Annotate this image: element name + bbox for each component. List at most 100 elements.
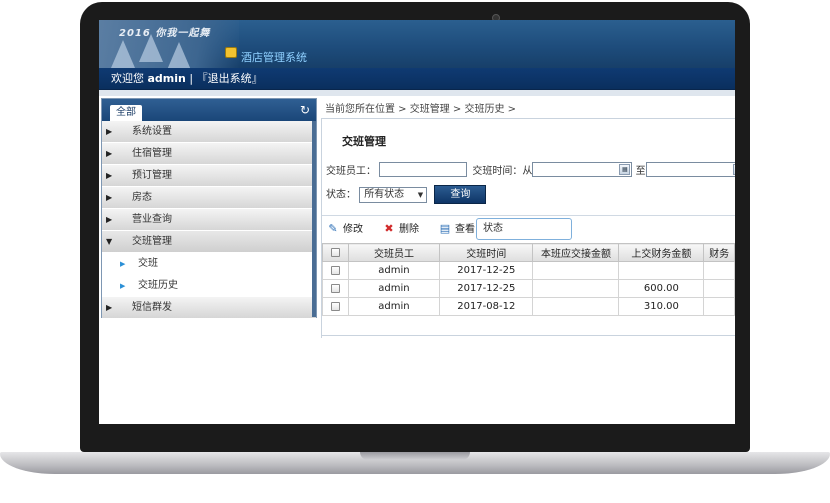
sidebar-item-room-status[interactable]: ▶ 房态 <box>102 187 316 209</box>
header-slogan: 2016 你我一起舞 <box>119 28 211 39</box>
start-date-input[interactable]: ▦ <box>532 162 633 177</box>
extra-cell <box>703 261 735 280</box>
row-select-cell <box>322 261 349 280</box>
sidebar-item-shift-management[interactable]: ▼ 交班管理 <box>102 231 316 253</box>
select-all-checkbox[interactable] <box>330 247 340 257</box>
edit-button-label: 修改 <box>343 224 363 235</box>
extra-cell <box>703 279 735 298</box>
system-title: 酒店管理系统 <box>241 51 307 64</box>
sidebar-subitem-shift[interactable]: ▶ 交班 <box>102 253 316 275</box>
sidebar-item-system-settings[interactable]: ▶ 系统设置 <box>102 121 316 143</box>
column-header[interactable]: 财务 <box>703 243 735 262</box>
refresh-icon[interactable]: ↻ <box>300 103 310 117</box>
status-select-value: 所有状态 <box>364 188 405 200</box>
table-row[interactable]: admin 2017-12-25 600.00 <box>322 279 735 298</box>
status-select[interactable]: 所有状态 ▼ <box>359 186 428 203</box>
sub-arrow-icon: ▶ <box>120 282 126 290</box>
time-label: 交班时间：从 <box>472 166 533 177</box>
column-header[interactable]: 交班员工 <box>347 243 441 262</box>
row-checkbox[interactable] <box>330 265 340 275</box>
sidebar-item-accommodation[interactable]: ▶ 住宿管理 <box>102 143 316 165</box>
expand-arrow-icon: ▶ <box>106 215 113 224</box>
column-header[interactable]: 交班时间 <box>439 243 534 262</box>
breadcrumb: 当前您所在位置 > 交班管理 > 交班历史 > <box>325 104 517 115</box>
select-all-cell <box>322 243 349 262</box>
sidebar-item-label: 交班管理 <box>132 236 172 247</box>
sidebar-subitem-shift-history[interactable]: ▶ 交班历史 <box>102 275 316 297</box>
sub-arrow-icon: ▶ <box>120 260 126 268</box>
table-row[interactable]: admin 2017-08-12 310.00 <box>322 297 735 316</box>
userbar-separator: | <box>189 72 197 85</box>
table-toolbar: ✎ 修改 ✖ 删除 ▤ 查看 状态 <box>322 215 735 243</box>
filter-row-2: 状态： 所有状态 ▼ 查询 <box>326 185 487 205</box>
handover-amount-cell <box>532 297 620 316</box>
view-button[interactable]: ▤ 查看 <box>438 222 475 238</box>
finance-amount-cell: 600.00 <box>618 279 705 298</box>
sidebar-item-label: 房态 <box>132 192 152 203</box>
app-screen: 2016 你我一起舞 酒店管理系统 欢迎您 admin | 『退出系统』 全部 … <box>99 20 735 424</box>
time-cell: 2017-12-25 <box>439 279 534 298</box>
collapse-arrow-icon: ▼ <box>106 237 113 246</box>
logout-link[interactable]: 『退出系统』 <box>197 72 263 85</box>
sidebar-item-label: 住宿管理 <box>132 148 172 159</box>
expand-arrow-icon: ▶ <box>106 127 113 136</box>
sidebar-header: 全部 ↻ <box>102 99 316 121</box>
expand-arrow-icon: ▶ <box>106 303 113 312</box>
sidebar-item-label: 短信群发 <box>132 302 172 313</box>
time-cell: 2017-08-12 <box>439 297 534 316</box>
edit-button[interactable]: ✎ 修改 <box>326 222 363 238</box>
sidebar-menu: 全部 ↻ ▶ 系统设置 ▶ 住宿管理 ▶ 预订管理 ▶ 房态 ▶ 营业查询 ▼ 交班管理 ▶… <box>101 98 317 319</box>
handover-amount-cell <box>532 261 620 280</box>
sidebar-item-business-query[interactable]: ▶ 营业查询 <box>102 209 316 231</box>
extra-cell <box>703 297 735 316</box>
employee-label: 交班员工： <box>326 166 376 177</box>
finance-amount-cell: 310.00 <box>618 297 705 316</box>
handover-amount-cell <box>532 279 620 298</box>
panel-bottom-border <box>322 335 735 336</box>
row-checkbox[interactable] <box>330 301 340 311</box>
finance-amount-cell <box>618 261 705 280</box>
to-label: 至 <box>635 166 646 177</box>
sidebar-item-sms-broadcast[interactable]: ▶ 短信群发 <box>102 297 316 319</box>
status-label: 状态： <box>326 189 356 201</box>
view-icon: ▤ <box>439 222 451 235</box>
sidebar-item-label: 系统设置 <box>132 126 172 137</box>
sidebar-item-booking[interactable]: ▶ 预订管理 <box>102 165 316 187</box>
query-button[interactable]: 查询 <box>434 185 487 204</box>
panel-title: 交班管理 <box>342 135 386 148</box>
expand-arrow-icon: ▶ <box>106 171 113 180</box>
system-logo-icon <box>225 47 237 58</box>
expand-arrow-icon: ▶ <box>106 149 113 158</box>
header-divider <box>99 90 735 96</box>
table-header-row: 交班员工 交班时间 本班应交接金额 上交财务金额 财务 <box>322 243 735 262</box>
delete-button[interactable]: ✖ 删除 <box>382 222 419 238</box>
delete-icon: ✖ <box>384 222 394 235</box>
employee-cell: admin <box>347 279 441 298</box>
employee-input[interactable] <box>379 162 468 177</box>
sidebar-item-label: 预订管理 <box>132 170 172 181</box>
calendar-icon[interactable]: ▦ <box>619 164 631 175</box>
row-select-cell <box>322 279 349 298</box>
welcome-text: 欢迎您 <box>111 72 144 85</box>
employee-cell: admin <box>347 261 441 280</box>
sidebar-subitem-label: 交班 <box>138 258 158 269</box>
row-checkbox[interactable] <box>330 283 340 293</box>
column-header[interactable]: 本班应交接金额 <box>532 243 620 262</box>
laptop-notch <box>360 452 470 460</box>
user-bar: 欢迎您 admin | 『退出系统』 <box>99 68 735 90</box>
view-button-label: 查看 <box>455 224 475 235</box>
sidebar-tab-all[interactable]: 全部 <box>110 105 142 121</box>
dropdown-arrow-icon: ▼ <box>417 190 424 199</box>
expand-arrow-icon: ▶ <box>106 193 113 202</box>
sidebar-subitem-label: 交班历史 <box>138 280 178 291</box>
end-date-input[interactable]: ▦ <box>645 162 735 177</box>
employee-cell: admin <box>347 297 441 316</box>
shift-history-table: 交班员工 交班时间 本班应交接金额 上交财务金额 财务 admin 2017-1… <box>322 243 735 316</box>
column-header[interactable]: 上交财务金额 <box>618 243 705 262</box>
calendar-icon[interactable]: ▦ <box>732 164 735 175</box>
table-row[interactable]: admin 2017-12-25 <box>322 261 735 280</box>
time-cell: 2017-12-25 <box>439 261 534 280</box>
sidebar-scrollbar[interactable] <box>312 121 316 317</box>
status-tooltip-box: 状态 <box>476 218 572 240</box>
row-select-cell <box>322 297 349 316</box>
